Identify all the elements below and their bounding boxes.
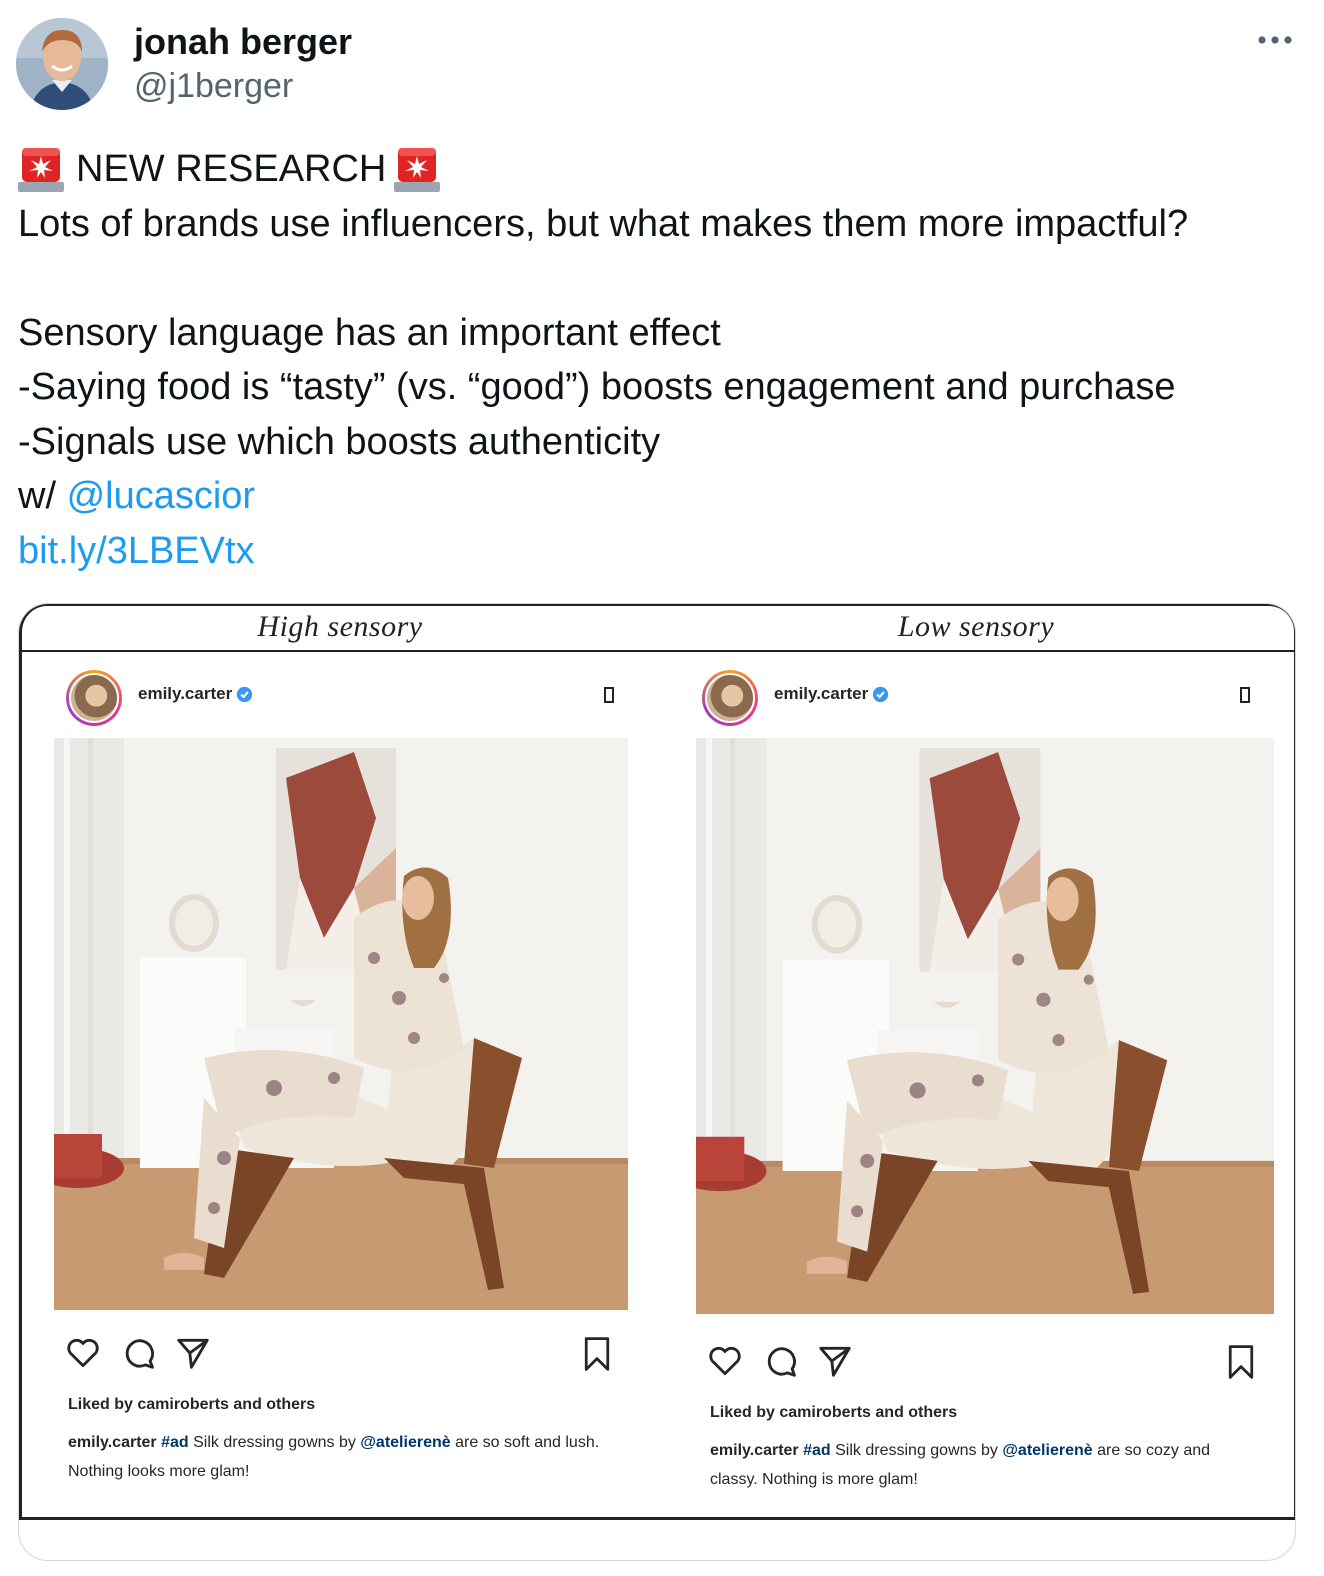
heart-icon[interactable] [64,1334,102,1372]
post-caption: emily.carter #ad Silk dressing gowns by … [710,1436,1250,1494]
research-figure: High sensory Low sensory emily.carter Li… [19,604,1295,1520]
url-link[interactable]: bit.ly/3LBEVtx [18,524,255,579]
tweet-headline: NEW RESEARCH [76,148,387,190]
author-block: jonah berger @j1berger [134,20,352,108]
post-avatar [702,670,758,726]
post-photo [54,738,628,1310]
caption-username: emily.carter [68,1434,157,1451]
post-username-text: emily.carter [138,684,233,703]
share-icon[interactable] [174,1334,212,1372]
mention-link[interactable]: @lucascior [67,469,256,524]
author-name[interactable]: jonah berger [134,20,352,64]
author-handle[interactable]: @j1berger [134,64,352,108]
post-username: emily.carter [774,684,889,704]
tweet-media[interactable]: High sensory Low sensory emily.carter Li… [18,603,1296,1561]
instagram-post-low-sensory: emily.carter Liked by camiroberts and ot… [670,654,1290,1516]
header-divider [22,650,1294,652]
verified-badge-icon [237,686,253,702]
post-avatar [66,670,122,726]
liked-by-text: Liked by camiroberts and others [710,1404,958,1421]
caption-hashtag: #ad [161,1434,189,1451]
tweet-line: Sensory language has an important effect [18,311,721,354]
tweet-headline-line: NEW RESEARCH [18,142,1308,197]
tweet-line: w/ @lucascior [18,469,1308,524]
police-light-icon [18,148,64,193]
bookmark-icon[interactable] [578,1334,616,1374]
post-actions [64,1334,624,1378]
post-actions [706,1342,1266,1386]
verified-badge-icon [873,686,889,702]
more-options-button[interactable] [1250,18,1300,62]
police-light-icon [394,148,441,193]
author-avatar[interactable] [16,18,108,110]
more-icon [1258,36,1292,44]
instagram-post-high-sensory: emily.carter Liked by camiroberts and ot… [34,654,654,1516]
comment-icon[interactable] [762,1342,800,1380]
tweet-line: Lots of brands use influencers, but what… [18,202,1189,245]
post-username: emily.carter [138,684,253,704]
liked-by-text: Liked by camiroberts and others [68,1396,316,1413]
caption-mention: @atelierenè [1002,1442,1093,1459]
caption-text-mid: Silk dressing gowns by [830,1442,1003,1459]
tweet-text: NEW RESEARCH Lots of brands use influenc… [18,142,1308,578]
post-menu-icon [604,687,614,703]
caption-mention: @atelierenè [360,1434,451,1451]
caption-username: emily.carter [710,1442,799,1459]
post-username-text: emily.carter [774,684,869,703]
column-header-low-sensory: Low sensory [897,610,1055,643]
post-menu-icon [1240,687,1250,703]
share-icon[interactable] [816,1342,854,1380]
caption-text-mid: Silk dressing gowns by [188,1434,361,1451]
heart-icon[interactable] [706,1342,744,1380]
with-prefix: w/ [18,475,67,517]
tweet-line: bit.ly/3LBEVtx [18,524,1308,579]
column-header-high-sensory: High sensory [257,610,423,643]
tweet-line: -Signals use which boosts authenticity [18,420,661,463]
comment-icon[interactable] [120,1334,158,1372]
post-caption: emily.carter #ad Silk dressing gowns by … [68,1428,608,1486]
caption-hashtag: #ad [803,1442,831,1459]
post-photo [696,738,1274,1314]
tweet-line: -Saying food is “tasty” (vs. “good”) boo… [18,366,1176,408]
bookmark-icon[interactable] [1222,1342,1260,1382]
